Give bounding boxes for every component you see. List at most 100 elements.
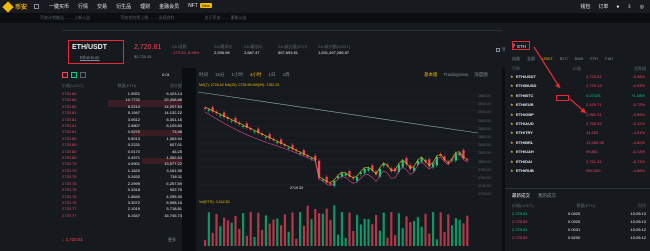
announcement-item[interactable]: 币安计划推出 …… 上新公告: [40, 15, 90, 21]
market-row[interactable]: ★ ETH/TRY 41,203 -4.51%: [508, 130, 648, 138]
layout-asks-icon[interactable]: [80, 72, 86, 78]
nav-item-trade[interactable]: 交易: [97, 3, 107, 10]
stat-24h-turnover: 24h成交额(USDT) 1,631,497,286.57: [318, 44, 351, 55]
candle-body: [344, 173, 347, 176]
market-row[interactable]: ★ ETH/BUSD 2,720.13 -5.93%: [508, 83, 648, 91]
volume-bar: [264, 215, 267, 246]
volume-bar: [363, 218, 366, 246]
volume-bar: [253, 236, 256, 246]
market-row[interactable]: ★ ETH/UAH 99,861 -6.13%: [508, 149, 648, 157]
volume-bar: [390, 212, 393, 246]
star-icon[interactable]: ★: [510, 168, 514, 173]
view-tab-basic[interactable]: 基本版: [424, 72, 438, 78]
volume-bar: [314, 208, 317, 246]
y-tick-label: 2920.00: [478, 110, 491, 115]
volume-bar: [287, 231, 290, 246]
nav-item-buy-crypto[interactable]: 一键买币: [49, 3, 69, 10]
globe-icon[interactable]: ◎: [640, 4, 644, 10]
view-tab-depth[interactable]: 深度图: [474, 72, 488, 78]
candle-body: [204, 108, 207, 109]
volume-bar: [458, 219, 461, 246]
y-tick-label: 2860.00: [478, 135, 491, 140]
volume-bar: [310, 219, 313, 246]
interval-tab-1h[interactable]: 1小时: [232, 72, 244, 78]
star-icon[interactable]: ★: [510, 102, 514, 107]
tab-btc[interactable]: BTC: [560, 56, 568, 62]
market-price: 2,081.31: [586, 111, 602, 117]
market-row[interactable]: ★ ETH/USDT 2,720.81 -5.98%: [508, 74, 648, 82]
volume-bar: [348, 212, 351, 246]
interval-tab-15m[interactable]: 15分: [215, 72, 225, 78]
wallet-menu[interactable]: 钱包: [580, 3, 590, 10]
interval-tab-1d[interactable]: 1日: [269, 72, 276, 78]
tab-fiat[interactable]: FIAT: [605, 56, 613, 62]
star-icon[interactable]: ★: [510, 74, 514, 79]
market-pair: ETH/USDT: [516, 74, 536, 79]
market-row[interactable]: ★ ETH/BTC 0.07105 +1.08%: [508, 93, 648, 101]
asks-total-column: 5,423.14 29,308.88 14,207.84 14,132.22 8…: [164, 91, 182, 218]
market-change: -5.98%: [632, 74, 645, 79]
candlestick-chart[interactable]: [198, 88, 478, 248]
volume-bar: [378, 230, 381, 246]
nav-item-nft[interactable]: NFT New: [188, 3, 212, 10]
star-icon[interactable]: ★: [510, 93, 514, 98]
volume-bar: [405, 216, 408, 246]
volume-bar: [238, 228, 241, 246]
nav-item-earn[interactable]: 理财: [140, 3, 150, 10]
y-tick-label: 2840.00: [478, 143, 491, 148]
star-icon[interactable]: ★: [510, 140, 514, 145]
market-change: -6.13%: [632, 149, 645, 155]
star-icon[interactable]: ★: [510, 83, 514, 88]
tab-bnb[interactable]: BNB: [575, 56, 583, 62]
order-book-more-link[interactable]: 更多: [168, 237, 176, 243]
orders-menu[interactable]: 订单: [598, 3, 608, 10]
tab-favorites[interactable]: 自选: [512, 56, 520, 62]
volume-bar: [443, 232, 446, 246]
apps-grid-icon[interactable]: [34, 4, 40, 9]
volume-bar: [223, 217, 226, 246]
candle-body: [356, 176, 359, 181]
last-price-fiat: $2,720.81: [134, 54, 152, 59]
interval-tab-4h[interactable]: 4小时: [250, 72, 262, 78]
star-icon[interactable]: ★: [510, 159, 514, 164]
star-icon[interactable]: ★: [510, 112, 514, 117]
volume-bar: [234, 215, 237, 246]
tab-usdt[interactable]: USDT: [542, 56, 553, 62]
order-book-layout-toggles: [62, 72, 86, 78]
star-icon[interactable]: ★: [510, 149, 514, 154]
download-icon[interactable]: ⇩: [627, 4, 631, 10]
order-book-last-price: ↓ 2,720.81: [62, 237, 84, 242]
market-row[interactable]: ★ ETH/BRL 13,955.98 -5.80%: [508, 140, 648, 148]
volume-bar: [413, 220, 416, 246]
nav-item-finance[interactable]: 金融会员: [159, 3, 179, 10]
announcement-item[interactable]: 关于币安 …… 更新公告: [204, 15, 246, 21]
star-icon[interactable]: ★: [510, 130, 514, 135]
market-row[interactable]: ★ ETH/RUB 284,000 -4.86%: [508, 168, 648, 176]
trade-amount: 0.5200: [568, 235, 581, 240]
tab-my-trades[interactable]: 我的成交: [538, 193, 556, 199]
nav-item-markets[interactable]: 行情: [78, 3, 88, 10]
interval-tab-1w[interactable]: 1周: [283, 72, 290, 78]
binance-logo-icon: [2, 0, 14, 13]
tab-market-trades[interactable]: 最新成交: [512, 193, 530, 199]
market-row[interactable]: ★ ETH/EUR 2,426.71 -5.72%: [508, 102, 648, 110]
top-right-menu: 钱包 订单 ● ⇩ ◎: [580, 0, 644, 13]
market-row[interactable]: ★ ETH/AUD 3,756.32 -5.12%: [508, 121, 648, 129]
tab-all[interactable]: 全部: [527, 56, 535, 62]
user-icon[interactable]: ●: [616, 4, 619, 10]
volume-bar: [344, 238, 347, 246]
announcement-item[interactable]: 币安合约将上线 …… 永续合约: [120, 15, 174, 21]
interval-tab-time[interactable]: 时间: [199, 72, 208, 78]
precision-select[interactable]: 0.01: [162, 72, 170, 77]
candle-body: [420, 157, 423, 162]
market-row[interactable]: ★ ETH/GBP 2,081.31 -5.69%: [508, 112, 648, 120]
layout-bids-icon[interactable]: [71, 72, 77, 78]
market-row[interactable]: ★ ETH/DAI 2,721.34 -5.71%: [508, 159, 648, 167]
star-icon[interactable]: ★: [510, 121, 514, 126]
layout-asks-bids-icon[interactable]: [62, 72, 68, 78]
view-tab-tradingview[interactable]: TradingView: [444, 72, 469, 78]
nav-item-derivatives[interactable]: 衍生品: [116, 3, 131, 10]
stat-24h-change: 24h涨跌 -173.39 -5.98%: [172, 44, 200, 55]
tab-eth[interactable]: ETH: [590, 56, 598, 62]
brand-logo[interactable]: 币安: [2, 0, 27, 13]
